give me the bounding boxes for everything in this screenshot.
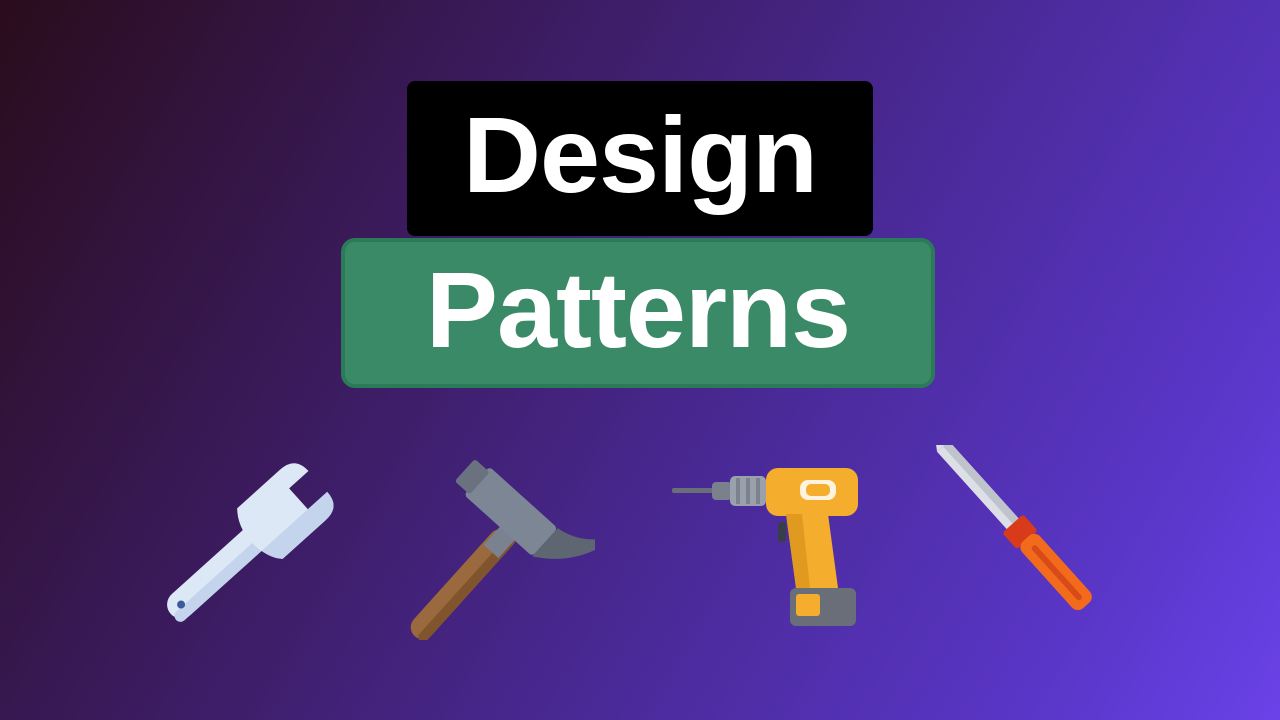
title-box: Design [407, 81, 873, 236]
hammer-icon [400, 455, 595, 640]
screwdriver-icon [930, 445, 1130, 640]
wrench-icon [150, 455, 345, 640]
subtitle-box: Patterns [341, 238, 935, 388]
drill-icon [670, 460, 865, 635]
title-line2: Patterns [425, 249, 851, 370]
title-line1: Design [462, 93, 818, 215]
